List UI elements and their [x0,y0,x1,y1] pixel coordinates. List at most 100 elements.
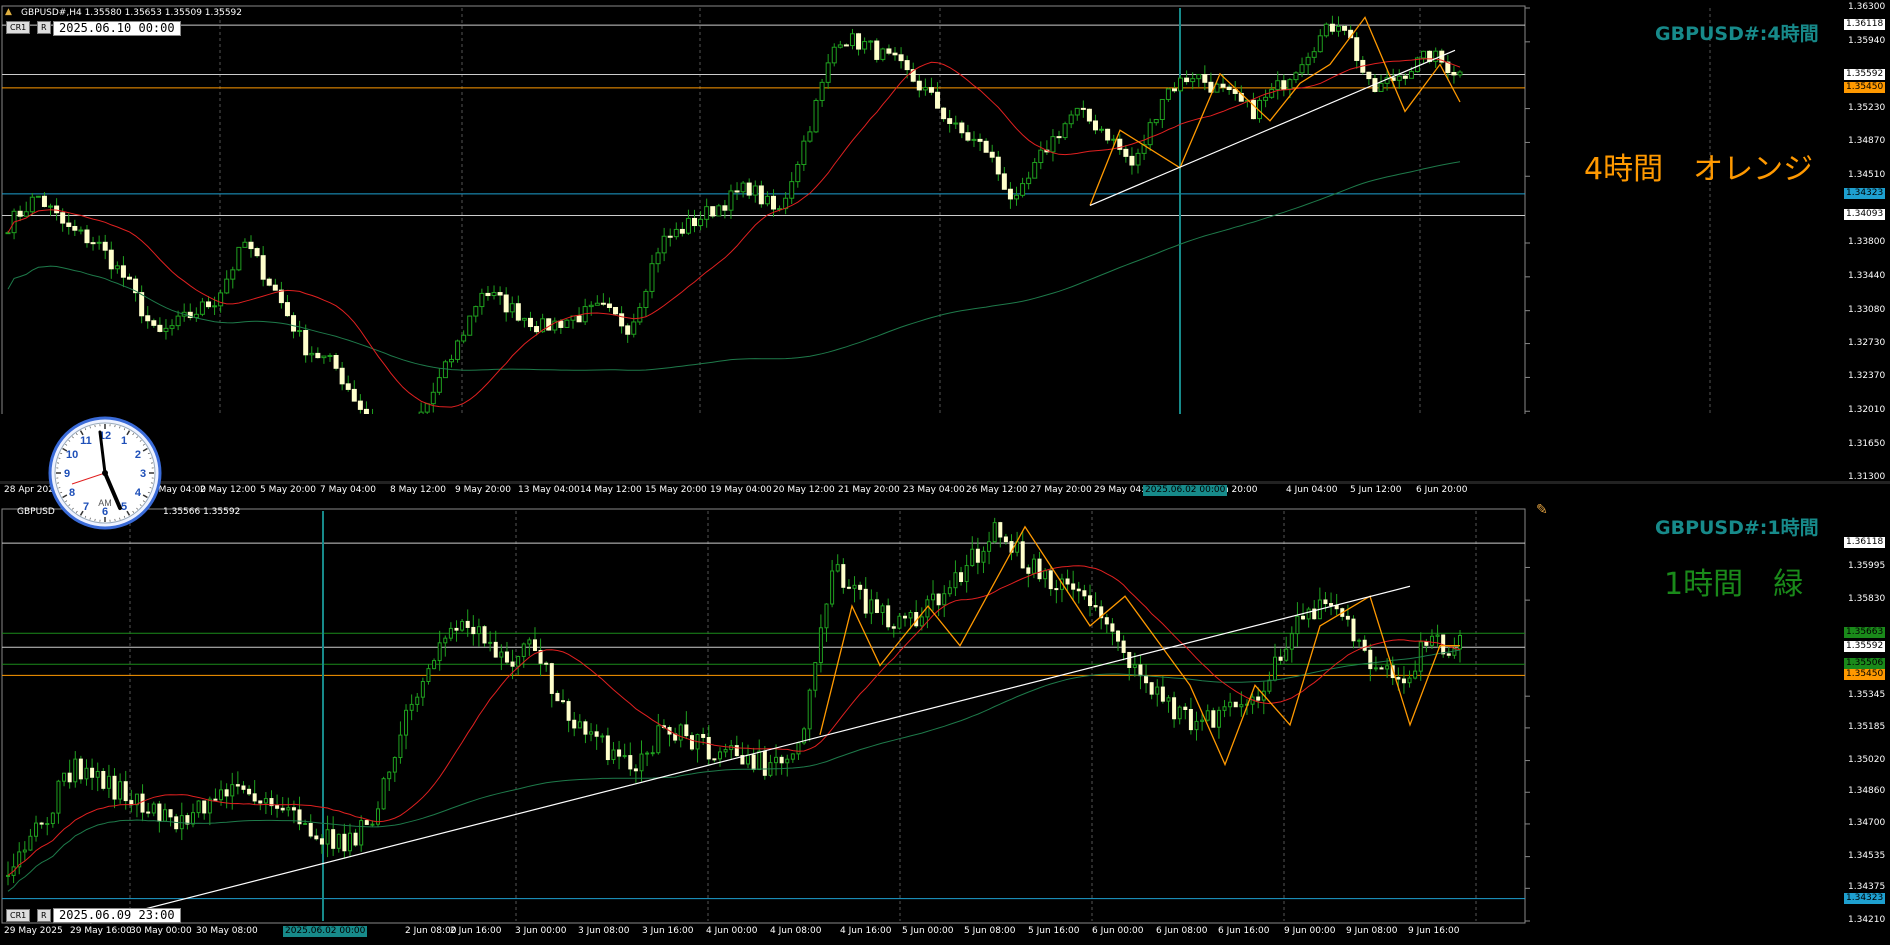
time-tick-label: 21 May 20:00 [838,485,900,495]
h1-chart-pane[interactable]: GBPUSD 1.35566 1.35592 GBPUSD#:1時間 1時間 緑… [0,503,1890,945]
clock-number: 3 [140,468,146,480]
clock-number: 5 [121,501,127,513]
h4-date-box: 2025.06.10 00:00 [53,21,181,36]
candle-body [1424,641,1429,646]
h4-r-button[interactable]: R [37,21,51,34]
candle-body [493,641,498,658]
price-tick-label: 1.35185 [1848,721,1886,732]
zigzag-line [1089,16,1461,206]
candle-body [824,603,829,629]
candle-body [28,835,33,851]
candle-body [491,292,497,297]
time-tick-label: 9 Jun 08:00 [1346,926,1398,936]
candle-body [617,749,622,757]
candle-body [1104,617,1109,625]
candle-body [123,781,128,802]
h1-r-button[interactable]: R [37,909,51,922]
h4-cr1-button[interactable]: CR1 [6,21,31,34]
candle-body [272,284,278,291]
candle-body [1188,708,1193,731]
time-tick-label: 30 May 08:00 [196,926,258,936]
candle-body [398,734,403,759]
candle-body [1147,122,1153,146]
candle-body [39,822,44,825]
candle-body [746,754,751,765]
candle-body [975,548,980,563]
candle-body [1105,128,1111,141]
candle-body [291,807,296,811]
candle-body [139,292,145,317]
candle-body [1111,138,1117,141]
candle-body [667,235,673,238]
candle-body [1272,656,1277,681]
candle-body [516,655,521,667]
candle-body [685,217,691,234]
candle-body [213,798,218,801]
candle-body [813,99,819,133]
candle-body [1220,83,1226,88]
candle-body [1177,706,1182,720]
candle-body [989,151,995,158]
candle-body [1446,653,1451,656]
h4-chart-pane[interactable]: GBPUSD#,H4 1.35580 1.35653 1.35509 1.355… [0,0,1890,495]
candle-body [1159,98,1165,120]
candle-body [959,122,965,134]
candle-body [485,292,491,297]
candle-body [1178,77,1184,92]
time-tick-label: 9 Jun 00:00 [1284,926,1336,936]
price-tick-label: 1.35940 [1848,35,1886,46]
candle-body [970,548,975,567]
candle-body [1305,56,1311,66]
candle-body [258,800,263,804]
candle-body [549,663,554,694]
candle-body [1121,640,1126,653]
candle-body [218,292,224,307]
candle-body [448,627,453,639]
h1-cr1-button[interactable]: CR1 [6,909,31,922]
candle-body [1457,71,1463,76]
h4-chart-svg [1,5,1711,414]
candle-body [1413,670,1418,679]
candle-body [1086,108,1092,122]
candle-body [825,62,831,83]
candle-body [191,812,196,825]
candle-body [1378,82,1384,92]
candle-body [649,263,655,292]
candle-body [1458,634,1462,650]
candle-body [801,140,807,166]
candle-body [252,793,257,802]
candle-body [891,626,896,629]
h4-symbol-icon: ▲ [5,7,12,17]
candle-body [835,564,840,572]
candle-body [1408,71,1414,79]
candle-body [315,352,321,359]
candle-body [415,696,420,705]
candle-body [656,725,661,754]
candle-body [1007,188,1013,200]
candle-body [734,190,740,193]
candle-body [90,767,95,778]
clock-number: 9 [64,468,70,480]
candle-body [728,190,734,211]
candle-body [1289,633,1294,650]
candle-body [704,206,710,220]
candle-body [998,522,1003,538]
price-tick-label: 1.35230 [1848,102,1886,113]
price-tick-label: 1.33440 [1848,270,1886,281]
candle-body [1295,615,1300,635]
candle-body [62,772,67,782]
candle-body [460,620,465,631]
candle-body [336,833,341,849]
candle-body [987,541,992,552]
candle-body [41,195,47,207]
candle-body [196,800,201,814]
h1-date-box: 2025.06.09 23:00 [53,908,181,923]
time-tick-label: 6 Jun 08:00 [1156,926,1208,936]
candle-body [1239,704,1244,708]
candle-body [118,781,123,800]
pencil-icon[interactable]: ✎ [1536,502,1548,518]
time-tick-label: 4 Jun 00:00 [706,926,758,936]
candle-body [1074,107,1080,116]
candle-body [497,292,503,296]
pane-separator[interactable] [0,481,1890,484]
